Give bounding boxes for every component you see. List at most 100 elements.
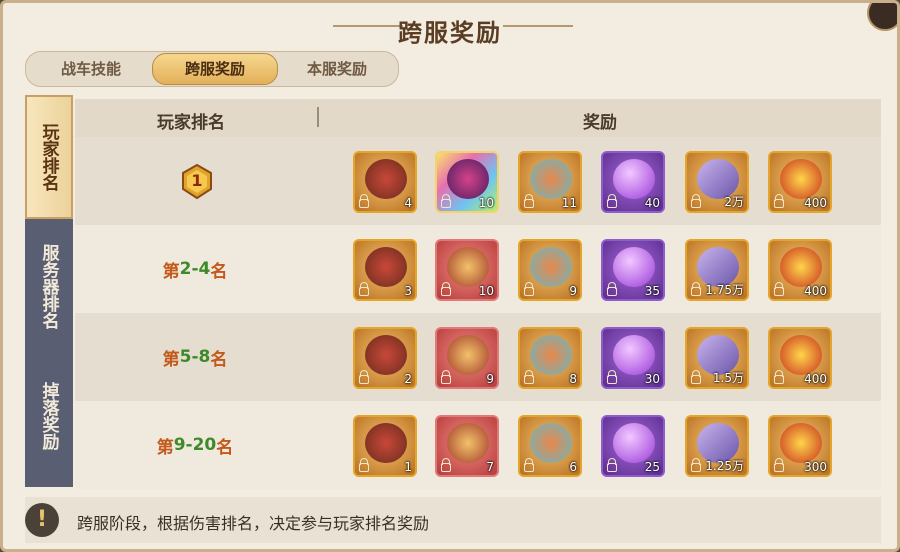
info-footer: ! 跨服阶段，根据伤害排名，决定参与玩家排名奖励 (25, 497, 881, 543)
beast-card-icon (447, 247, 489, 287)
lock-icon (359, 282, 369, 296)
table-row: 第 5-8 名 2 9 8 30 1.5万 400 (75, 313, 881, 401)
reward-item-skill-book[interactable]: 1.25万 (685, 415, 749, 477)
tab-cross-server-reward[interactable]: 跨服奖励 (152, 53, 278, 85)
side-tab-server-rank[interactable]: 服务器排名 (25, 231, 73, 341)
beast-card-icon (447, 423, 489, 463)
side-tab-drop-reward[interactable]: 掉落奖励 (25, 361, 73, 471)
reward-count: 9 (486, 372, 494, 386)
reward-item-beast-card[interactable]: 10 (435, 239, 499, 301)
reward-count: 35 (644, 284, 660, 298)
table-row: 第 2-4 名 3 10 9 35 1.75万 400 (75, 225, 881, 313)
reward-item-treasure-bag[interactable]: 6 (518, 415, 582, 477)
reward-count: 400 (804, 284, 827, 298)
reward-item-star-medal[interactable]: 400 (768, 239, 832, 301)
treasure-bag-icon (530, 335, 572, 375)
reward-item-chariot-card[interactable]: 3 (353, 239, 417, 301)
header-rewards: 奖励 (583, 113, 617, 133)
page-title: 跨服奖励 (398, 19, 502, 47)
reward-item-skill-book[interactable]: 2万 (685, 151, 749, 213)
reward-item-beast-card[interactable]: 7 (435, 415, 499, 477)
rank-range: 2-4 (179, 259, 211, 279)
reward-count: 10 (478, 196, 494, 210)
lock-icon (774, 458, 784, 472)
reward-item-chariot-card[interactable]: 2 (353, 327, 417, 389)
purple-orb-icon (613, 159, 655, 199)
treasure-bag-icon (530, 423, 572, 463)
reward-item-treasure-bag[interactable]: 8 (518, 327, 582, 389)
beast-card-icon (447, 335, 489, 375)
reward-item-chariot-card[interactable]: 1 (353, 415, 417, 477)
reward-item-purple-orb[interactable]: 35 (601, 239, 665, 301)
side-tab-player-rank[interactable]: 玩家排名 (25, 95, 73, 219)
rank-cell: 1 (75, 137, 315, 225)
rank-text: 名 (216, 437, 234, 458)
lock-icon (441, 282, 451, 296)
reward-item-treasure-bag[interactable]: 9 (518, 239, 582, 301)
lock-icon (441, 370, 451, 384)
chariot-card-icon (365, 159, 407, 199)
tab-chariot-skill[interactable]: 战车技能 (32, 54, 150, 84)
lock-icon (607, 458, 617, 472)
reward-count: 10 (478, 284, 494, 298)
reward-item-beast-card[interactable]: 9 (435, 327, 499, 389)
table-row: 第 9-20 名 1 7 6 25 1.25万 300 (75, 401, 881, 489)
reward-count: 1.75万 (705, 283, 744, 297)
exclamation-icon: ! (25, 503, 59, 537)
chariot-card-icon (365, 335, 407, 375)
rank-text: 名 (210, 261, 228, 282)
reward-item-purple-orb[interactable]: 30 (601, 327, 665, 389)
lock-icon (524, 458, 534, 472)
reward-count: 8 (569, 372, 577, 386)
reward-count: 30 (644, 372, 660, 386)
reward-count: 1.25万 (705, 459, 744, 473)
rank-text: 名 (210, 349, 228, 370)
lock-icon (774, 282, 784, 296)
reward-count: 4 (404, 196, 412, 210)
star-medal-icon (780, 247, 822, 287)
reward-count: 400 (804, 196, 827, 210)
reward-item-star-medal[interactable]: 400 (768, 151, 832, 213)
reward-item-star-medal[interactable]: 400 (768, 327, 832, 389)
lock-icon (691, 370, 701, 384)
reward-item-purple-orb[interactable]: 25 (601, 415, 665, 477)
rank-text: 第 (162, 349, 180, 370)
star-medal-icon (780, 159, 822, 199)
reward-item-treasure-bag[interactable]: 11 (518, 151, 582, 213)
lock-icon (359, 370, 369, 384)
reward-item-skill-book[interactable]: 1.5万 (685, 327, 749, 389)
header-divider (317, 107, 319, 127)
star-medal-icon (780, 423, 822, 463)
rank-cell: 第 9-20 名 (75, 401, 315, 489)
purple-orb-icon (613, 335, 655, 375)
header-player-rank: 玩家排名 (157, 113, 225, 133)
lock-icon (524, 282, 534, 296)
reward-item-skill-book[interactable]: 1.75万 (685, 239, 749, 301)
reward-item-purple-orb[interactable]: 40 (601, 151, 665, 213)
treasure-bag-icon (530, 159, 572, 199)
lock-icon (691, 458, 701, 472)
rank-text: 第 (156, 437, 174, 458)
reward-item-chariot-card[interactable]: 4 (353, 151, 417, 213)
treasure-bag-icon (530, 247, 572, 287)
reward-count: 7 (486, 460, 494, 474)
reward-count: 9 (569, 284, 577, 298)
reward-count: 25 (644, 460, 660, 474)
reward-count: 2万 (724, 195, 744, 209)
lock-icon (774, 370, 784, 384)
chariot-card-icon (365, 247, 407, 287)
reward-count: 1 (404, 460, 412, 474)
table-header: 玩家排名 奖励 (75, 99, 881, 137)
reward-count: 3 (404, 284, 412, 298)
rank-range: 5-8 (179, 347, 211, 367)
reward-count: 300 (804, 460, 827, 474)
reward-count: 40 (644, 196, 660, 210)
rank-cell: 第 2-4 名 (75, 225, 315, 313)
tab-local-server-reward[interactable]: 本服奖励 (280, 54, 394, 84)
reward-panel: 跨服奖励 战车技能 跨服奖励 本服奖励 玩家排名 服务器排名 掉落奖励 玩家排名… (0, 0, 900, 552)
rank-range: 9-20 (173, 435, 217, 455)
lock-icon (774, 194, 784, 208)
lock-icon (691, 194, 701, 208)
reward-item-dragon-card[interactable]: 10 (435, 151, 499, 213)
reward-item-star-medal[interactable]: 300 (768, 415, 832, 477)
